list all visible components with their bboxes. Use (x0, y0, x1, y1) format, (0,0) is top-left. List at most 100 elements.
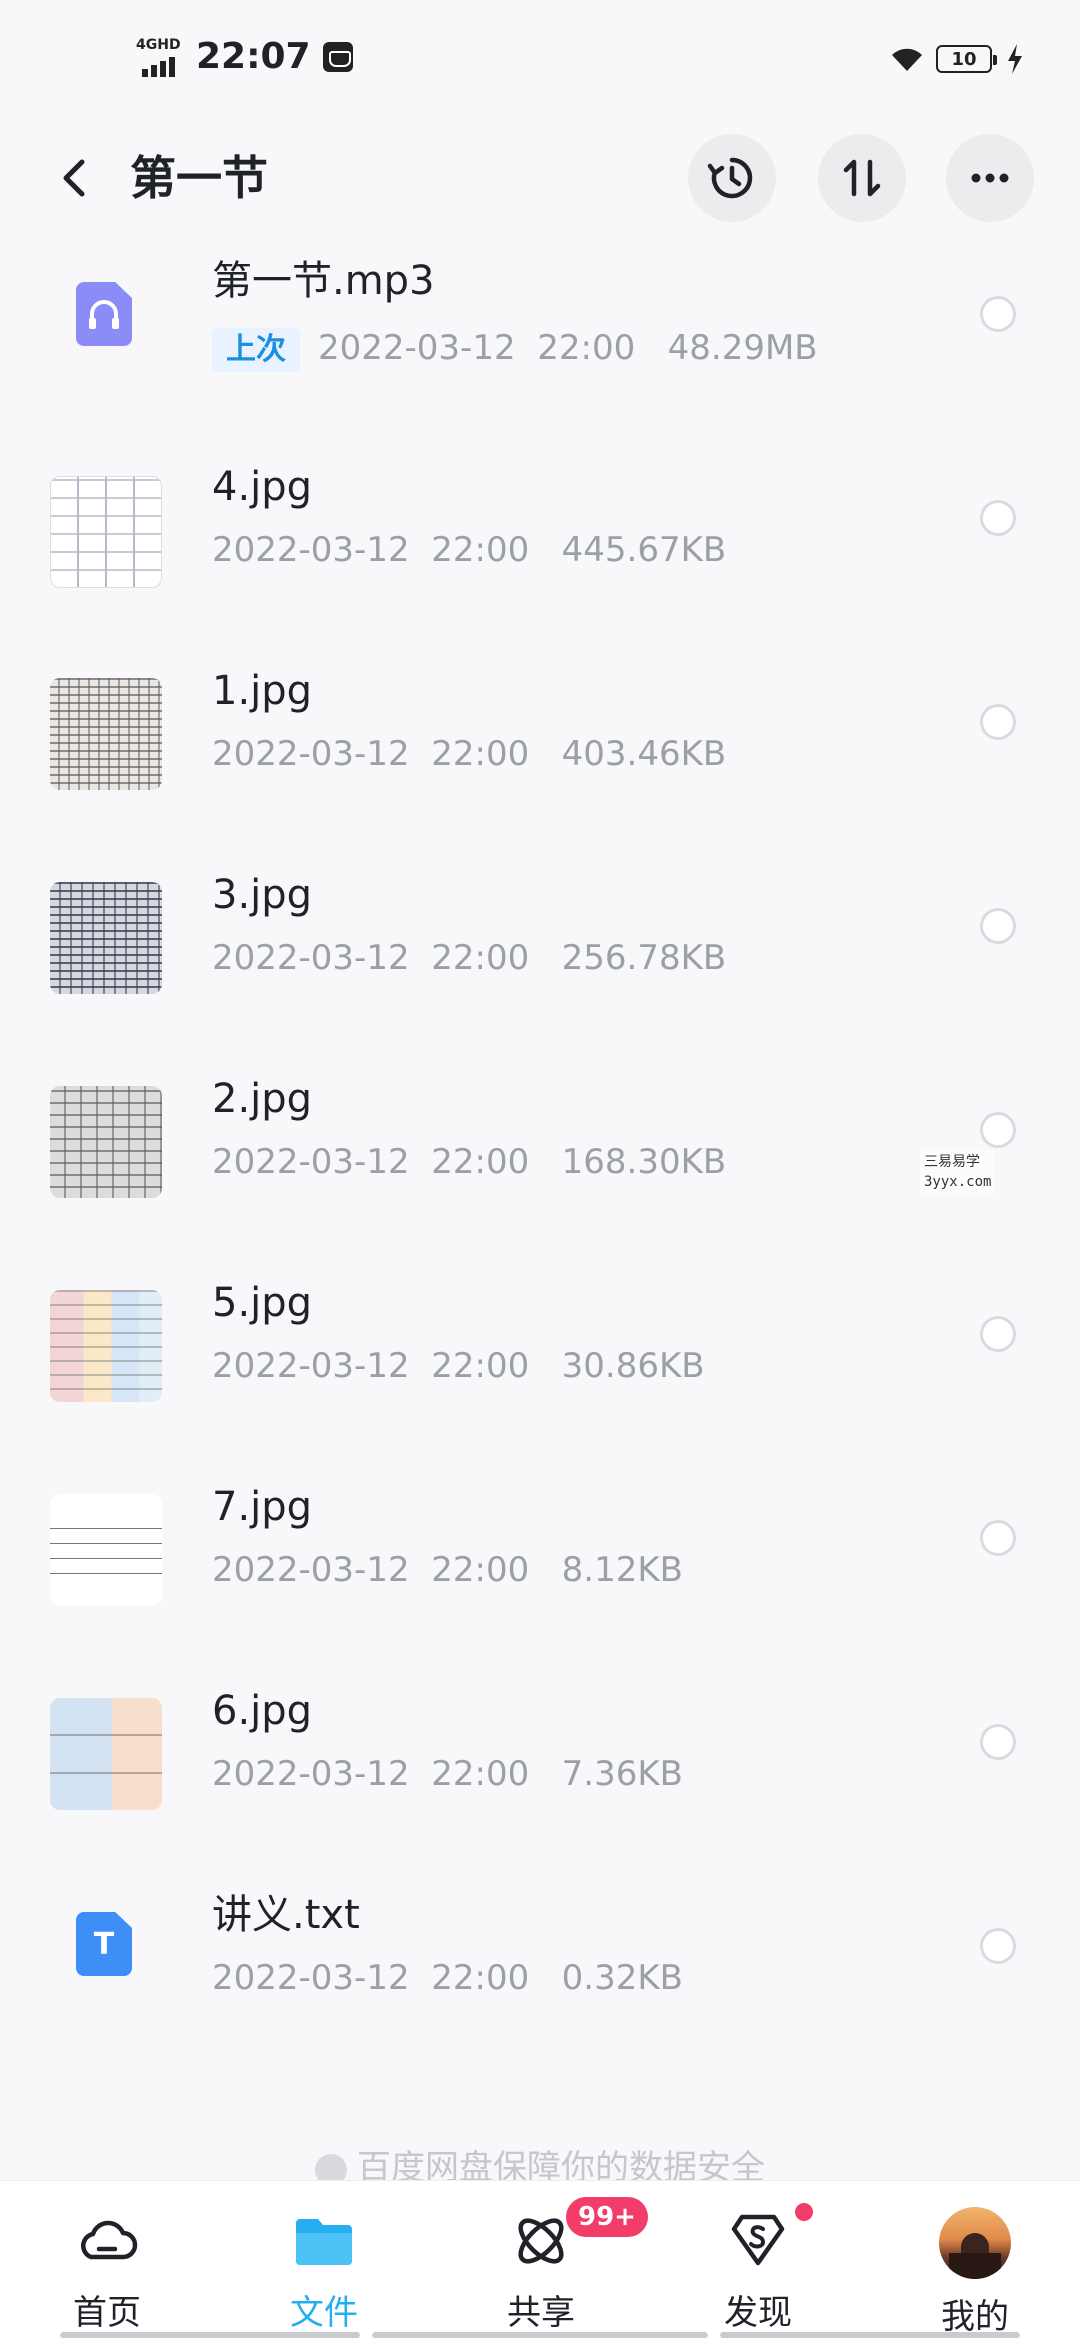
file-name: 4.jpg (212, 464, 313, 510)
file-time: 22:00 (431, 1346, 530, 1386)
file-date: 2022-03-12 (212, 1754, 410, 1794)
page-title: 第一节 (130, 151, 268, 205)
nav-discover-label: 发现 (724, 2293, 792, 2333)
battery-level: 10 (951, 48, 977, 70)
home-cloud-icon (81, 2220, 138, 2260)
file-date: 2022-03-12 (212, 530, 410, 570)
avatar (939, 2207, 1011, 2279)
audio-file-icon (76, 282, 132, 346)
nav-mine-label: 我的 (941, 2297, 1009, 2337)
file-size: 7.36KB (561, 1754, 683, 1794)
select-checkbox[interactable] (980, 704, 1016, 740)
file-row[interactable]: 2.jpg 2022-03-12 22:00 168.30KB (0, 1056, 1080, 1260)
file-meta: 2022-03-12 22:00 168.30KB (212, 1140, 726, 1184)
file-date: 2022-03-12 (212, 1346, 410, 1386)
discover-dot (795, 2203, 813, 2221)
file-time: 22:00 (431, 530, 530, 570)
file-row[interactable]: 4.jpg 2022-03-12 22:00 445.67KB (0, 444, 1080, 648)
watermark: 三易易学 3yyx.com (920, 1150, 996, 1194)
notification-icon (322, 41, 353, 72)
network-type: 4GHD (136, 36, 181, 53)
image-thumbnail (50, 678, 162, 790)
image-thumbnail (50, 1086, 162, 1198)
txt-icon-letter: T (93, 1926, 115, 1962)
nav-discover[interactable]: 发现 (683, 2207, 833, 2334)
file-meta: 上次 2022-03-12 22:00 48.29MB (212, 326, 818, 372)
gesture-bar (372, 2332, 708, 2338)
watermark-line1: 三易易学 (924, 1154, 980, 1170)
file-time: 22:00 (431, 938, 530, 978)
bottom-navigation: 首页 文件 共享 发现 我的 99+ (0, 2180, 1080, 2340)
file-meta: 2022-03-12 22:00 8.12KB (212, 1548, 683, 1592)
file-meta: 2022-03-12 22:00 256.78KB (212, 936, 726, 980)
select-checkbox[interactable] (980, 1928, 1016, 1964)
file-row[interactable]: 3.jpg 2022-03-12 22:00 256.78KB (0, 852, 1080, 1056)
sort-icon (843, 159, 881, 197)
file-row[interactable]: 第一节.mp3 上次 2022-03-12 22:00 48.29MB (0, 240, 1080, 444)
file-row[interactable]: T 讲义.txt 2022-03-12 22:00 0.32KB (0, 1872, 1080, 2076)
sort-button[interactable] (818, 134, 906, 222)
page: 4GHD 22:07 10 第一节 第一节.mp3 上次 2022-03-12 … (0, 0, 1080, 2340)
more-icon (971, 173, 1009, 183)
file-row[interactable]: 7.jpg 2022-03-12 22:00 8.12KB (0, 1464, 1080, 1668)
file-row[interactable]: 5.jpg 2022-03-12 22:00 30.86KB (0, 1260, 1080, 1464)
wifi-icon (892, 48, 922, 71)
image-thumbnail (50, 476, 162, 588)
file-row[interactable]: 1.jpg 2022-03-12 22:00 403.46KB (0, 648, 1080, 852)
file-size: 256.78KB (561, 938, 727, 978)
image-thumbnail (50, 882, 162, 994)
file-size: 403.46KB (561, 734, 727, 774)
gesture-bar (720, 2332, 1020, 2338)
file-name: 讲义.txt (212, 1892, 360, 1938)
gesture-bar (60, 2332, 360, 2338)
file-name: 5.jpg (212, 1280, 313, 1326)
charging-icon (1008, 44, 1022, 74)
nav-files[interactable]: 文件 (249, 2207, 399, 2334)
last-played-tag: 上次 (212, 328, 300, 372)
file-row[interactable]: 6.jpg 2022-03-12 22:00 7.36KB (0, 1668, 1080, 1872)
file-time: 22:00 (431, 1958, 530, 1998)
more-button[interactable] (946, 134, 1034, 222)
status-time: 22:07 (196, 36, 311, 77)
nav-share-label: 共享 (507, 2293, 575, 2333)
select-checkbox[interactable] (980, 500, 1016, 536)
nav-home[interactable]: 首页 (32, 2207, 182, 2334)
file-time: 22:00 (431, 734, 530, 774)
file-size: 30.86KB (561, 1346, 705, 1386)
file-date: 2022-03-12 (212, 938, 410, 978)
signal-icon: 4GHD (136, 37, 186, 77)
file-meta: 2022-03-12 22:00 0.32KB (212, 1956, 683, 2000)
file-meta: 2022-03-12 22:00 30.86KB (212, 1344, 705, 1388)
file-name: 2.jpg (212, 1076, 313, 1122)
image-thumbnail (50, 1290, 162, 1402)
discover-icon (731, 2214, 785, 2266)
nav-mine[interactable]: 我的 (900, 2207, 1050, 2338)
file-date: 2022-03-12 (212, 1958, 410, 1998)
select-checkbox[interactable] (980, 1520, 1016, 1556)
file-date: 2022-03-12 (212, 1142, 410, 1182)
back-button[interactable] (48, 150, 104, 206)
file-name: 3.jpg (212, 872, 313, 918)
file-time: 22:00 (431, 1550, 530, 1590)
select-checkbox[interactable] (980, 1724, 1016, 1760)
history-icon (707, 157, 753, 199)
image-thumbnail (50, 1698, 162, 1810)
image-thumbnail (50, 1494, 162, 1606)
select-checkbox[interactable] (980, 1316, 1016, 1352)
file-meta: 2022-03-12 22:00 403.46KB (212, 732, 726, 776)
select-checkbox[interactable] (980, 1112, 1016, 1148)
file-meta: 2022-03-12 22:00 7.36KB (212, 1752, 683, 1796)
file-size: 8.12KB (561, 1550, 683, 1590)
file-time: 22:00 (537, 328, 636, 368)
file-name: 7.jpg (212, 1484, 313, 1530)
file-time: 22:00 (431, 1754, 530, 1794)
watermark-line2: 3yyx.com (924, 1174, 992, 1190)
file-meta: 2022-03-12 22:00 445.67KB (212, 528, 726, 572)
text-file-icon: T (76, 1912, 132, 1976)
file-name: 6.jpg (212, 1688, 313, 1734)
file-size: 48.29MB (667, 328, 818, 368)
history-button[interactable] (688, 134, 776, 222)
status-bar: 4GHD 22:07 10 (0, 0, 1080, 120)
select-checkbox[interactable] (980, 296, 1016, 332)
select-checkbox[interactable] (980, 908, 1016, 944)
